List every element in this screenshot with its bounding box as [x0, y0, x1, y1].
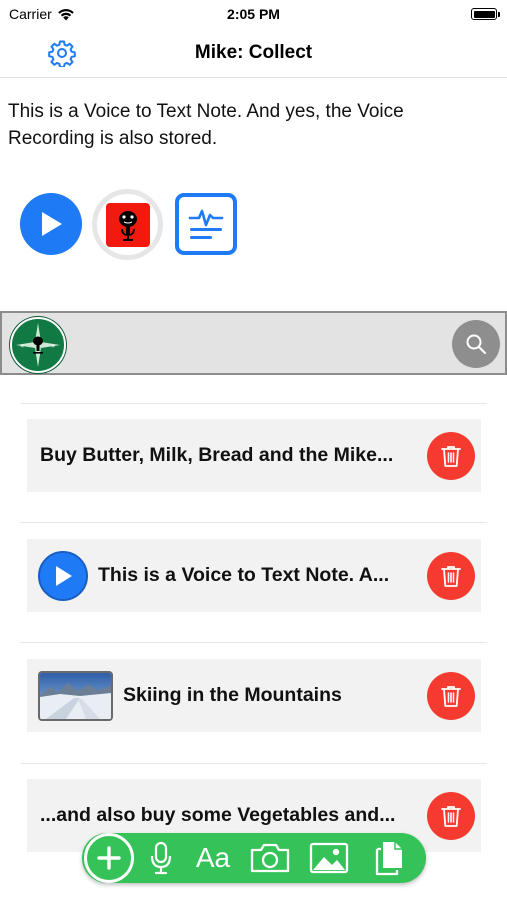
play-button[interactable]: [20, 193, 82, 255]
trash-icon: [441, 806, 461, 827]
list-item[interactable]: Buy Butter, Milk, Bread and the Mike...: [27, 419, 481, 492]
trash-icon: [441, 686, 461, 707]
photo-library-button[interactable]: [308, 839, 350, 877]
clock: 2:05 PM: [227, 6, 280, 22]
note-text[interactable]: This is a Voice to Text Note. And yes, t…: [8, 98, 478, 152]
list-separator: [20, 763, 487, 764]
status-bar: Carrier 2:05 PM: [0, 0, 507, 30]
list-item-title: ...and also buy some Vegetables and...: [40, 804, 396, 826]
list-separator: [20, 642, 487, 643]
plus-icon: [97, 846, 121, 870]
page-title: Mike: Collect: [194, 42, 313, 63]
search-icon: [466, 334, 487, 355]
camera-icon: [250, 843, 290, 873]
trash-icon: [441, 446, 461, 467]
delete-button[interactable]: [427, 432, 475, 480]
text-note-label: Aa: [195, 842, 231, 873]
svg-text:«: «: [20, 342, 24, 350]
photo-icon: [309, 842, 349, 874]
svg-text:»: »: [51, 342, 55, 350]
list-separator: [20, 403, 487, 404]
bottom-toolbar: Aa: [82, 833, 426, 883]
search-button[interactable]: [452, 320, 500, 368]
microphone-icon: [118, 210, 137, 241]
camera-button[interactable]: [248, 839, 292, 877]
voice-note-button[interactable]: [146, 839, 176, 877]
list-item[interactable]: Skiing in the Mountains: [27, 659, 481, 732]
record-indicator: [105, 202, 150, 247]
delete-button[interactable]: [427, 792, 475, 840]
compass-logo-icon[interactable]: « »: [10, 317, 66, 373]
add-note-button[interactable]: [84, 833, 134, 883]
documents-icon: [375, 842, 402, 876]
transcript-button[interactable]: [175, 193, 237, 255]
microphone-icon: [150, 841, 172, 875]
list-item[interactable]: This is a Voice to Text Note. A...: [27, 539, 481, 612]
play-icon: [42, 212, 62, 236]
battery-icon: [471, 8, 500, 20]
list-separator: [20, 522, 487, 523]
list-item-title: Skiing in the Mountains: [123, 684, 342, 706]
mountain-photo-thumbnail: [38, 670, 113, 721]
navigation-bar: Mike: Collect: [0, 30, 507, 78]
trash-icon: [441, 566, 461, 587]
documents-button[interactable]: [368, 839, 408, 877]
list-item-title: This is a Voice to Text Note. A...: [98, 564, 390, 586]
transcript-icon: [188, 209, 224, 239]
delete-button[interactable]: [427, 552, 475, 600]
audio-play-button[interactable]: [38, 550, 88, 601]
record-button[interactable]: [92, 189, 163, 260]
list-item-title: Buy Butter, Milk, Bread and the Mike...: [40, 444, 394, 466]
play-icon: [56, 565, 72, 586]
search-bar[interactable]: « »: [0, 311, 507, 375]
text-note-button[interactable]: Aa: [190, 839, 236, 877]
delete-button[interactable]: [427, 672, 475, 720]
